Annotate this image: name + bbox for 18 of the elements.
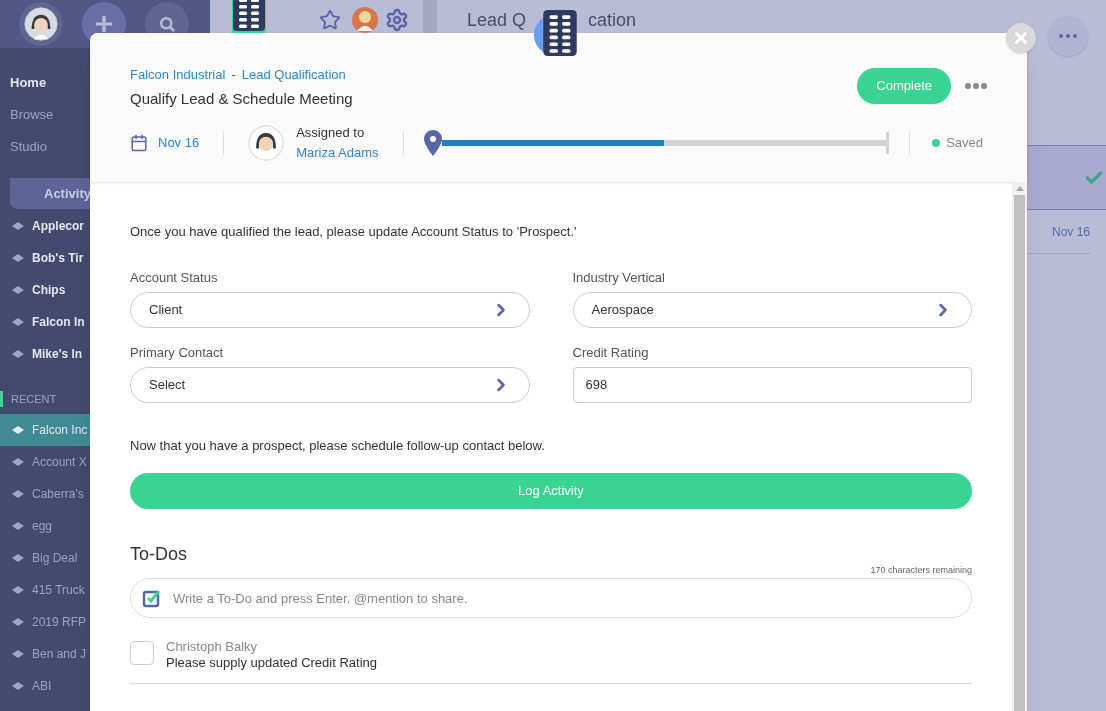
section-heading: RECENT — [10, 391, 57, 407]
field-label: Primary Contact — [130, 344, 225, 361]
page-title: cation — [588, 8, 637, 32]
instruction-text: Once you have qualified the lead, please update Account Status to 'Prospect.' — [130, 223, 578, 241]
field-label: Industry Vertical — [572, 269, 666, 286]
section-title: To-Dos — [130, 544, 188, 564]
modal-title: Qualify Lead & Schedule Meeting — [130, 89, 353, 109]
field-label: Account Status — [130, 269, 219, 286]
page-title: Lead Q — [467, 8, 527, 32]
assigned-label: Assigned to — [296, 123, 366, 142]
separator: - — [231, 67, 236, 83]
followup-text: Now that you have a prospect, please schedule follow-up contact below. — [130, 436, 546, 455]
date-text: Nov 16 — [1051, 223, 1090, 241]
status-text: Saved — [946, 133, 983, 152]
todo-author: Christoph Balky — [166, 639, 259, 655]
todo-text: Please supply updated Credit Rating — [166, 655, 378, 671]
field-label: Credit Rating — [572, 344, 650, 361]
character-counter: 170 characters remaining — [870, 564, 972, 576]
